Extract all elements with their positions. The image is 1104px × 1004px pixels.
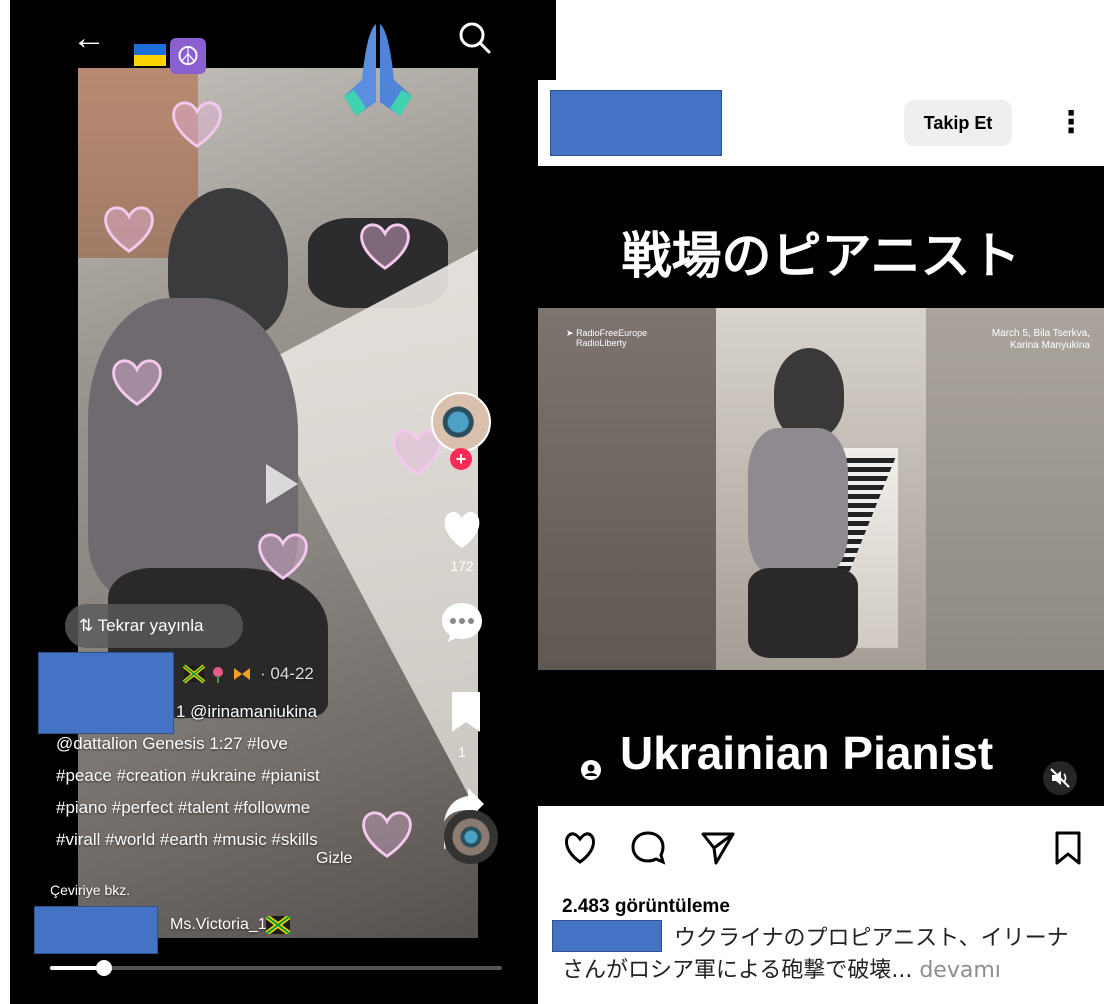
- peace-icon: ☮: [170, 38, 206, 74]
- overlay-line: Karina Manyukina: [1009, 340, 1090, 351]
- post-title-jp: 戦場のピアニスト: [621, 227, 1021, 285]
- heart-sticker: [100, 203, 158, 255]
- video-frame: ➤ RadioFreeEurope RadioLiberty March 5, …: [538, 308, 1104, 670]
- heart-sticker: [358, 808, 416, 860]
- user-tag-icon[interactable]: [580, 759, 602, 781]
- views-count: 2.483 görüntüleme: [562, 896, 730, 917]
- mute-icon[interactable]: [1043, 761, 1077, 795]
- bookmark-icon[interactable]: [444, 690, 488, 734]
- redacted-username: [552, 920, 662, 952]
- tiktok-screen: ← ☮ + 172 1 Paylaş ⇅ Tekrar yayınla: [10, 0, 556, 1004]
- blurred-edge: [538, 308, 716, 670]
- follow-button[interactable]: Takip Et: [904, 100, 1012, 146]
- play-icon[interactable]: [262, 460, 302, 508]
- progress-handle[interactable]: [96, 960, 113, 976]
- logo-mark-icon: ➤: [566, 328, 574, 338]
- search-icon[interactable]: [455, 18, 495, 58]
- more-link[interactable]: devamı: [919, 958, 1001, 983]
- more-options-icon[interactable]: ⋮: [1056, 98, 1086, 148]
- sound-flag-emoji: [264, 914, 292, 939]
- logo-line: RadioFreeEurope: [576, 328, 648, 338]
- heart-sticker: [254, 530, 312, 582]
- hide-caption-button[interactable]: Gizle: [316, 850, 352, 868]
- bookmarks-count: 1: [458, 744, 466, 760]
- emoji-stickers: [182, 664, 250, 684]
- bookmark-outline-icon[interactable]: [1050, 830, 1086, 866]
- caption-line: #peace #creation #ukraine #pianist: [56, 766, 320, 785]
- redacted-sound-name: [34, 906, 158, 954]
- repost-button[interactable]: ⇅ Tekrar yayınla: [65, 604, 243, 648]
- likes-count: 172: [450, 558, 474, 574]
- post-media[interactable]: 戦場のピアニスト ➤ RadioFreeEurope RadioLiberty …: [538, 166, 1104, 806]
- overlay-line: March 5, Bila Tserkva,: [991, 328, 1090, 339]
- sound-disc-icon[interactable]: [444, 810, 498, 864]
- heart-sticker: [108, 356, 166, 408]
- post-title-en: Ukrainian Pianist: [620, 727, 994, 779]
- back-arrow-icon[interactable]: ←: [72, 18, 112, 58]
- blurred-edge: [926, 308, 1104, 670]
- heart-outline-icon[interactable]: [562, 830, 598, 866]
- progress-bar[interactable]: [50, 960, 502, 976]
- video-overlay-caption: March 5, Bila Tserkva, Karina Manyukina: [992, 328, 1090, 352]
- comment-outline-icon[interactable]: [630, 830, 666, 866]
- caption-line: #virall #world #earth #music #skills: [56, 830, 318, 849]
- praying-hands-icon: [338, 20, 418, 120]
- repost-label: Tekrar yayınla: [97, 616, 204, 635]
- comment-icon[interactable]: [440, 600, 484, 644]
- post-date: · 04-22: [260, 664, 314, 683]
- redacted-username: [38, 652, 174, 734]
- instagram-screen: Takip Et ⋮ 戦場のピアニスト ➤ RadioFreeEurope Ra…: [538, 80, 1104, 1004]
- heart-sticker: [356, 220, 414, 272]
- caption-text: さんがロシア軍による砲撃で破壊: [562, 958, 892, 983]
- logo-line: RadioLiberty: [576, 338, 627, 348]
- heart-sticker: [168, 98, 226, 150]
- creator-avatar[interactable]: [431, 392, 491, 452]
- repost-icon: ⇅: [79, 616, 94, 635]
- caption-line: ウクライナのプロピアニスト、イリーナ: [674, 926, 1069, 951]
- caption-line: さんがロシア軍による砲撃で破壊... devamı: [562, 952, 1001, 984]
- rfe-logo: ➤ RadioFreeEurope RadioLiberty: [566, 328, 647, 348]
- sound-user[interactable]: Ms.Victoria_1: [170, 916, 267, 934]
- redacted-username: [550, 90, 722, 156]
- send-icon[interactable]: [700, 830, 736, 866]
- see-translation-link[interactable]: Çeviriye bkz.: [50, 882, 130, 898]
- caption-line: @dattalion Genesis 1:27 #love: [56, 734, 288, 753]
- post-header: Takip Et ⋮: [538, 80, 1104, 166]
- follow-plus-icon[interactable]: +: [450, 448, 472, 470]
- ukraine-flag-icon: [134, 42, 166, 68]
- heart-icon[interactable]: [440, 508, 484, 552]
- caption-ellipsis: ...: [891, 958, 913, 983]
- caption-line: #piano #perfect #talent #followme: [56, 798, 311, 817]
- pianist-figure: [738, 348, 858, 658]
- username-emoji: [182, 664, 254, 689]
- caption-line: 1 @irinamaniukina: [176, 702, 318, 721]
